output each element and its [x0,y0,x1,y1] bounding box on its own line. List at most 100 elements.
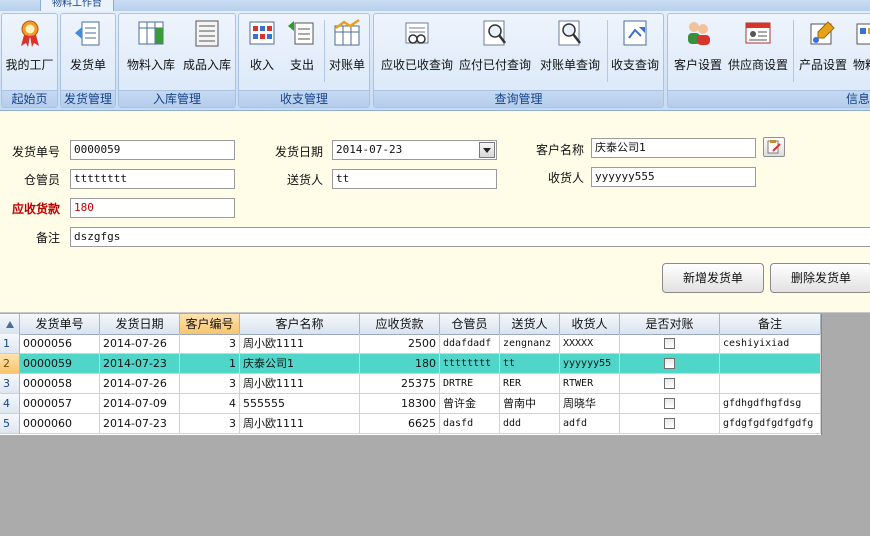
delete-delivery-button[interactable]: 删除发货单 [770,263,870,293]
table-row[interactable]: 5 0000060 2014-07-23 3 周小欧1111 6625 dasf… [0,414,821,434]
cell-order-no[interactable]: 0000056 [20,334,100,354]
cell-sender[interactable]: zengnanz [500,334,560,354]
table-row[interactable]: 3 0000058 2014-07-26 3 周小欧1111 25375 DRT… [0,374,821,394]
cell-order-no[interactable]: 0000057 [20,394,100,414]
product-settings-button[interactable]: 产品设置 [795,18,851,80]
product-inbound-button[interactable]: 成品入库 [179,18,235,80]
cell-keeper[interactable]: dasfd [440,414,500,434]
cell-customer-id[interactable]: 4 [180,394,240,414]
cell-ship-date[interactable]: 2014-07-09 [100,394,180,414]
cell-receiver[interactable]: yyyyyy55 [560,354,620,374]
payable-query-button[interactable]: 应付已付查询 [456,18,534,80]
cell-sender[interactable]: 曾南中 [500,394,560,414]
col-order-no[interactable]: 发货单号 [20,314,100,334]
cell-receiver[interactable]: RTWER [560,374,620,394]
row-number[interactable]: 1 [0,334,20,354]
cell-order-no[interactable]: 0000058 [20,374,100,394]
cell-remark[interactable]: ceshiyixiad [720,334,821,354]
customer-settings-button[interactable]: 客户设置 [670,18,726,80]
cell-ship-date[interactable]: 2014-07-26 [100,334,180,354]
col-sender[interactable]: 送货人 [500,314,560,334]
keeper-input[interactable]: tttttttt [70,169,235,189]
table-row[interactable]: 4 0000057 2014-07-09 4 555555 18300 曾许金 … [0,394,821,414]
cell-receiver[interactable]: XXXXX [560,334,620,354]
table-row-selected[interactable]: 2 0000059 2014-07-23 1 庆泰公司1 180 ttttttt… [0,354,821,374]
reconciled-checkbox[interactable] [663,338,675,349]
col-reconciled[interactable]: 是否对账 [620,314,720,334]
material-inbound-button[interactable]: 物料入库 [123,18,179,80]
cell-sender[interactable]: RER [500,374,560,394]
sender-input[interactable]: tt [332,169,497,189]
cell-amount[interactable]: 2500 [360,334,440,354]
amount-input[interactable]: 180 [70,198,235,218]
cell-keeper[interactable]: 曾许金 [440,394,500,414]
income-button[interactable]: 收入 [242,18,282,80]
cell-amount[interactable]: 6625 [360,414,440,434]
cell-customer-name[interactable]: 周小欧1111 [240,374,360,394]
cell-receiver[interactable]: 周晓华 [560,394,620,414]
col-customer-name[interactable]: 客户名称 [240,314,360,334]
cell-customer-id[interactable]: 3 [180,334,240,354]
row-number[interactable]: 3 [0,374,20,394]
receiver-input[interactable]: yyyyyy555 [591,167,756,187]
cell-sender[interactable]: ddd [500,414,560,434]
customer-input[interactable]: 庆泰公司1 [591,138,756,158]
cell-keeper[interactable]: ddafdadf [440,334,500,354]
reconciled-checkbox[interactable] [663,398,675,409]
col-customer-id[interactable]: 客户编号 [180,314,240,334]
cell-customer-name[interactable]: 庆泰公司1 [240,354,360,374]
reconciled-checkbox[interactable] [663,378,675,389]
cell-sender[interactable]: tt [500,354,560,374]
row-number[interactable]: 2 [0,354,20,374]
cell-customer-name[interactable]: 周小欧1111 [240,334,360,354]
remark-input[interactable]: dszgfgs [70,227,870,247]
reconciled-checkbox[interactable] [663,418,675,429]
ship-date-picker[interactable]: 2014-07-23 [332,140,497,160]
add-delivery-button[interactable]: 新增发货单 [662,263,764,293]
chevron-down-icon[interactable] [479,142,495,158]
row-number[interactable]: 4 [0,394,20,414]
cell-amount[interactable]: 25375 [360,374,440,394]
receivable-query-button[interactable]: 应收已收查询 [378,18,456,80]
cell-remark[interactable]: gfdgfgdfgdfgdfg [720,414,821,434]
table-row[interactable]: 1 0000056 2014-07-26 3 周小欧1111 2500 ddaf… [0,334,821,354]
col-remark[interactable]: 备注 [720,314,821,334]
cell-customer-id[interactable]: 3 [180,414,240,434]
cell-remark[interactable]: gfdhgdfhgfdsg [720,394,821,414]
cell-remark[interactable] [720,374,821,394]
delivery-order-button[interactable]: 发货单 [61,18,115,80]
my-factory-button[interactable]: 我的工厂 [2,18,57,80]
supplier-settings-button[interactable]: 供应商设置 [726,18,790,80]
expense-button[interactable]: 支出 [282,18,322,80]
cell-keeper[interactable]: DRTRE [440,374,500,394]
cell-customer-name[interactable]: 周小欧1111 [240,414,360,434]
ship-date-value: 2014-07-23 [336,143,403,156]
cell-order-no[interactable]: 0000060 [20,414,100,434]
reconcile-button[interactable]: 对账单 [325,18,369,80]
cell-ship-date[interactable]: 2014-07-23 [100,414,180,434]
cell-amount[interactable]: 18300 [360,394,440,414]
cell-ship-date[interactable]: 2014-07-23 [100,354,180,374]
col-keeper[interactable]: 仓管员 [440,314,500,334]
grid-corner[interactable] [0,314,20,334]
cell-customer-id[interactable]: 3 [180,374,240,394]
col-receiver[interactable]: 收货人 [560,314,620,334]
cell-keeper[interactable]: tttttttt [440,354,500,374]
col-ship-date[interactable]: 发货日期 [100,314,180,334]
cell-customer-id[interactable]: 1 [180,354,240,374]
col-amount[interactable]: 应收货款 [360,314,440,334]
cell-remark[interactable] [720,354,821,374]
cell-ship-date[interactable]: 2014-07-26 [100,374,180,394]
order-no-input[interactable]: 0000059 [70,140,235,160]
statement-query-button[interactable]: 对账单查询 [534,18,606,80]
cell-amount[interactable]: 180 [360,354,440,374]
cell-order-no[interactable]: 0000059 [20,354,100,374]
row-number[interactable]: 5 [0,414,20,434]
payable-search-icon [483,20,506,46]
reconciled-checkbox[interactable] [663,358,675,369]
cell-customer-name[interactable]: 555555 [240,394,360,414]
customer-picker-button[interactable] [763,137,785,157]
ledger-query-button[interactable]: 收支查询 [608,18,662,80]
material-settings-button[interactable]: 物料 [851,18,870,80]
cell-receiver[interactable]: adfd [560,414,620,434]
